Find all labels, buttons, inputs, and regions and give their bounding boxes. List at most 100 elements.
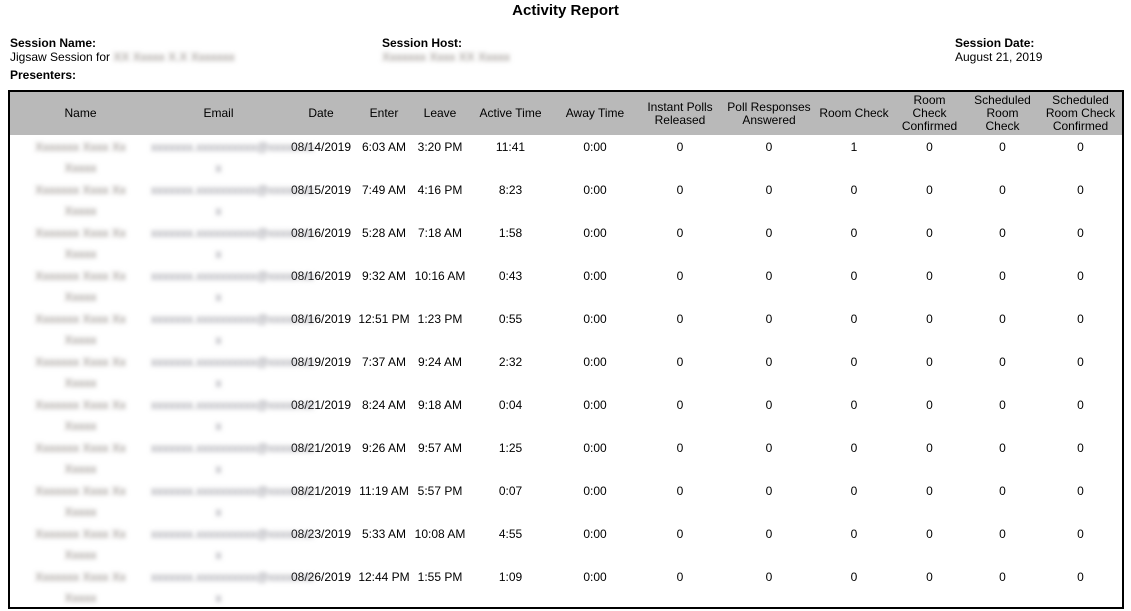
redacted-email-line2: x: [151, 462, 286, 477]
column-header-away-time: Away Time: [553, 91, 637, 135]
poll-responses-answered-cell: 0: [723, 393, 815, 436]
instant-polls-released-cell: 0: [637, 350, 723, 393]
table-header-row: Name Email Date Enter Leave Active Time …: [9, 91, 1123, 135]
scheduled-room-check-confirmed-cell: 0: [1039, 479, 1123, 522]
room-check-confirmed-cell: 0: [893, 436, 966, 479]
poll-responses-answered-cell: 0: [723, 221, 815, 264]
room-check-confirmed-cell: 0: [893, 178, 966, 221]
room-check-confirmed-cell: 0: [893, 522, 966, 565]
redacted-name-line1: Xxxxxxx Xxxx Xx: [10, 355, 151, 370]
presenter-email-cell: xxxxxxx.xxxxxxxxxx@xxxxx.xx x: [151, 522, 286, 565]
active-time-cell: 11:41: [468, 135, 553, 178]
presenter-name-cell: Xxxxxxx Xxxx Xx Xxxxx: [9, 436, 151, 479]
away-time-cell: 0:00: [553, 436, 637, 479]
redacted-email-line1: xxxxxxx.xxxxxxxxxx@xxxxx.xx: [151, 484, 286, 499]
redacted-email-line2: x: [151, 247, 286, 262]
poll-responses-answered-cell: 0: [723, 178, 815, 221]
presenter-name-cell: Xxxxxxx Xxxx Xx Xxxxx: [9, 264, 151, 307]
away-time-cell: 0:00: [553, 522, 637, 565]
redacted-name-line2: Xxxxx: [10, 419, 151, 434]
instant-polls-released-cell: 0: [637, 178, 723, 221]
session-host-block: Session Host: Xxxxxxx Xxxx XX Xxxxx: [382, 36, 510, 64]
presenter-name-cell: Xxxxxxx Xxxx Xx Xxxxx: [9, 307, 151, 350]
column-header-scheduled-room-check: Scheduled Room Check: [966, 91, 1039, 135]
active-time-cell: 0:07: [468, 479, 553, 522]
enter-time-cell: 7:37 AM: [356, 350, 412, 393]
active-time-cell: 8:23: [468, 178, 553, 221]
scheduled-room-check-confirmed-cell: 0: [1039, 307, 1123, 350]
instant-polls-released-cell: 0: [637, 436, 723, 479]
room-check-confirmed-cell: 0: [893, 135, 966, 178]
scheduled-room-check-cell: 0: [966, 565, 1039, 608]
instant-polls-released-cell: 0: [637, 264, 723, 307]
room-check-cell: 0: [815, 178, 893, 221]
presenter-name-cell: Xxxxxxx Xxxx Xx Xxxxx: [9, 221, 151, 264]
presenter-email-cell: xxxxxxx.xxxxxxxxxx@xxxxx.xx x: [151, 479, 286, 522]
leave-time-cell: 3:20 PM: [412, 135, 468, 178]
redacted-name-line1: Xxxxxxx Xxxx Xx: [10, 570, 151, 585]
enter-time-cell: 7:49 AM: [356, 178, 412, 221]
away-time-cell: 0:00: [553, 307, 637, 350]
session-name-prefix: Jigsaw Session for: [10, 50, 110, 64]
poll-responses-answered-cell: 0: [723, 479, 815, 522]
active-time-cell: 0:04: [468, 393, 553, 436]
active-time-cell: 0:55: [468, 307, 553, 350]
away-time-cell: 0:00: [553, 264, 637, 307]
column-header-email: Email: [151, 91, 286, 135]
enter-time-cell: 12:44 PM: [356, 565, 412, 608]
enter-time-cell: 9:32 AM: [356, 264, 412, 307]
scheduled-room-check-cell: 0: [966, 221, 1039, 264]
instant-polls-released-cell: 0: [637, 479, 723, 522]
activity-report-page: Activity Report Session Name: Jigsaw Ses…: [0, 0, 1131, 611]
redacted-email-line2: x: [151, 591, 286, 606]
table-row: Xxxxxxx Xxxx Xx Xxxxx xxxxxxx.xxxxxxxxxx…: [9, 522, 1123, 565]
scheduled-room-check-cell: 0: [966, 178, 1039, 221]
scheduled-room-check-cell: 0: [966, 264, 1039, 307]
away-time-cell: 0:00: [553, 479, 637, 522]
redacted-email-line1: xxxxxxx.xxxxxxxxxx@xxxxx.xx: [151, 226, 286, 241]
scheduled-room-check-cell: 0: [966, 522, 1039, 565]
leave-time-cell: 1:23 PM: [412, 307, 468, 350]
scheduled-room-check-cell: 0: [966, 436, 1039, 479]
redacted-email-line2: x: [151, 419, 286, 434]
presenters-label: Presenters:: [10, 68, 76, 82]
room-check-confirmed-cell: 0: [893, 307, 966, 350]
instant-polls-released-cell: 0: [637, 135, 723, 178]
redacted-name-line2: Xxxxx: [10, 548, 151, 563]
presenter-email-cell: xxxxxxx.xxxxxxxxxx@xxxxx.xx x: [151, 135, 286, 178]
room-check-confirmed-cell: 0: [893, 393, 966, 436]
page-title: Activity Report: [0, 2, 1131, 19]
away-time-cell: 0:00: [553, 221, 637, 264]
redacted-email-line1: xxxxxxx.xxxxxxxxxx@xxxxx.xx: [151, 398, 286, 413]
presenter-name-cell: Xxxxxxx Xxxx Xx Xxxxx: [9, 350, 151, 393]
room-check-cell: 0: [815, 393, 893, 436]
table-row: Xxxxxxx Xxxx Xx Xxxxx xxxxxxx.xxxxxxxxxx…: [9, 307, 1123, 350]
report-header: Activity Report Session Name: Jigsaw Ses…: [0, 0, 1131, 90]
room-check-cell: 0: [815, 479, 893, 522]
room-check-cell: 0: [815, 264, 893, 307]
redacted-email-line1: xxxxxxx.xxxxxxxxxx@xxxxx.xx: [151, 269, 286, 284]
redacted-email-line1: xxxxxxx.xxxxxxxxxx@xxxxx.xx: [151, 312, 286, 327]
poll-responses-answered-cell: 0: [723, 565, 815, 608]
room-check-confirmed-cell: 0: [893, 479, 966, 522]
poll-responses-answered-cell: 0: [723, 436, 815, 479]
table-row: Xxxxxxx Xxxx Xx Xxxxx xxxxxxx.xxxxxxxxxx…: [9, 479, 1123, 522]
scheduled-room-check-confirmed-cell: 0: [1039, 264, 1123, 307]
redacted-email-line2: x: [151, 161, 286, 176]
away-time-cell: 0:00: [553, 178, 637, 221]
scheduled-room-check-confirmed-cell: 0: [1039, 565, 1123, 608]
scheduled-room-check-cell: 0: [966, 479, 1039, 522]
column-header-name: Name: [9, 91, 151, 135]
column-header-instant-polls-released: Instant Polls Released: [637, 91, 723, 135]
scheduled-room-check-confirmed-cell: 0: [1039, 221, 1123, 264]
redacted-email-line2: x: [151, 376, 286, 391]
active-time-cell: 2:32: [468, 350, 553, 393]
table-row: Xxxxxxx Xxxx Xx Xxxxx xxxxxxx.xxxxxxxxxx…: [9, 221, 1123, 264]
scheduled-room-check-cell: 0: [966, 135, 1039, 178]
active-time-cell: 4:55: [468, 522, 553, 565]
redacted-name-line1: Xxxxxxx Xxxx Xx: [10, 312, 151, 327]
redacted-name-line1: Xxxxxxx Xxxx Xx: [10, 269, 151, 284]
table-row: Xxxxxxx Xxxx Xx Xxxxx xxxxxxx.xxxxxxxxxx…: [9, 393, 1123, 436]
room-check-cell: 0: [815, 522, 893, 565]
table-row: Xxxxxxx Xxxx Xx Xxxxx xxxxxxx.xxxxxxxxxx…: [9, 264, 1123, 307]
